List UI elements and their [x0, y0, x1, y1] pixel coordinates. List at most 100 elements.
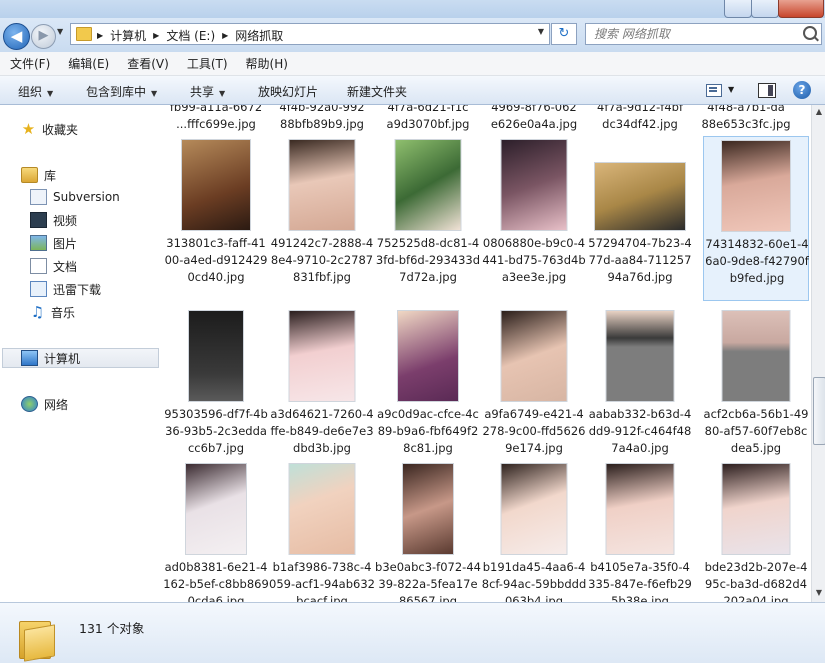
menu-tools[interactable]: 工具(T) — [179, 55, 236, 72]
preview-pane-icon[interactable] — [758, 83, 776, 98]
image-thumbnail — [394, 139, 462, 231]
forward-button[interactable]: ▶ — [31, 24, 56, 49]
file-tile[interactable]: 491242c7-2888-48e4-9710-2c2787831fbf.jpg — [269, 136, 375, 301]
file-tile[interactable]: 4f7a-9d12-f4bf dc34df42.jpg — [587, 105, 693, 135]
nav-library-pictures[interactable]: 图片 — [30, 233, 77, 253]
file-tile[interactable]: ad0b8381-6e21-4162-b5ef-c8bb8690cda6.jpg — [163, 460, 269, 602]
menu-file[interactable]: 文件(F) — [2, 55, 58, 72]
recent-pages-dropdown-icon[interactable]: ▼ — [57, 27, 63, 36]
item-count: 131 个对象 — [79, 621, 145, 636]
nav-computer[interactable]: 计算机 — [2, 348, 159, 368]
breadcrumb-current-folder[interactable]: 网络抓取 — [235, 27, 290, 44]
nav-item-label: Subversion — [53, 190, 120, 204]
file-tile[interactable]: 4f4b-92a0-992 88bfb89b9.jpg — [269, 105, 375, 135]
file-tile[interactable]: 4f48-a7b1-da 88e653c3fc.jpg — [693, 105, 799, 135]
file-tile[interactable]: fb99-a11a-6672 ...fffc699e.jpg — [163, 105, 269, 135]
file-name: 4f4b-92a0-992 88bfb89b9.jpg — [269, 105, 375, 133]
file-name: bde23d2b-207e-495c-ba3d-d682d4202a04.jpg — [704, 560, 808, 602]
music-note-icon: ♫ — [30, 303, 45, 321]
new-folder-button[interactable]: 新建文件夹 — [347, 83, 407, 100]
minimize-button[interactable] — [724, 0, 752, 18]
help-icon[interactable]: ? — [793, 81, 811, 99]
file-name: 491242c7-2888-48e4-9710-2c2787831fbf.jpg — [270, 236, 374, 284]
nav-favorites[interactable]: ★ 收藏夹 — [21, 119, 78, 139]
file-list[interactable]: fb99-a11a-6672 ...fffc699e.jpg 4f4b-92a0-… — [163, 105, 811, 602]
address-history-dropdown-icon[interactable]: ▼ — [538, 27, 544, 36]
breadcrumb: ▶ 计算机 ▶ 文档 (E:) ▶ 网络抓取 — [97, 27, 290, 44]
nav-library-subversion[interactable]: Subversion — [30, 187, 120, 207]
image-thumbnail — [721, 310, 791, 402]
file-tile[interactable]: b3e0abc3-f072-4439-822a-5fea17e86567.jpg — [375, 460, 481, 602]
file-tile-selected[interactable]: 74314832-60e1-46a0-9de8-f42790fb9fed.jpg — [703, 136, 809, 301]
breadcrumb-drive-e[interactable]: 文档 (E:) — [166, 27, 222, 44]
file-name: 4f7a-9d12-f4bf dc34df42.jpg — [587, 105, 693, 133]
menu-help[interactable]: 帮助(H) — [238, 55, 296, 72]
file-tile[interactable]: 313801c3-faff-4100-a4ed-d9124290cd40.jpg — [163, 136, 269, 301]
image-thumbnail — [288, 310, 356, 402]
file-tile[interactable]: 4969-8f76-062 e626e0a4a.jpg — [481, 105, 587, 135]
search-box[interactable] — [585, 23, 822, 45]
close-button[interactable] — [778, 0, 824, 18]
nav-library-documents[interactable]: 文档 — [30, 256, 77, 276]
address-bar[interactable]: ▶ 计算机 ▶ 文档 (E:) ▶ 网络抓取 ▼ — [70, 23, 550, 45]
file-name: b3e0abc3-f072-4439-822a-5fea17e86567.jpg — [375, 560, 481, 602]
maximize-button[interactable] — [751, 0, 779, 18]
image-thumbnail — [397, 310, 459, 402]
file-name: b191da45-4aa6-48cf-94ac-59bbddd063b4.jpg — [481, 560, 587, 602]
title-bar — [0, 0, 825, 18]
image-thumbnail — [721, 463, 791, 555]
chevron-down-icon[interactable]: ▼ — [728, 85, 734, 94]
organize-button[interactable]: 组织 ▼ — [18, 83, 53, 100]
file-tile[interactable]: 4f7a-6d21-f1c a9d3070bf.jpg — [375, 105, 481, 135]
search-input[interactable] — [592, 26, 796, 42]
organize-label: 组织 — [18, 85, 43, 99]
file-tile[interactable]: aabab332-b63d-4dd9-912f-c464f487a4a0.jpg — [587, 307, 693, 472]
file-name-top: fb99-a11a-6672 — [169, 105, 263, 114]
vertical-scrollbar[interactable]: ▲ ▼ — [811, 105, 825, 602]
menu-view[interactable]: 查看(V) — [119, 55, 177, 72]
share-button[interactable]: 共享 ▼ — [190, 83, 225, 100]
details-pane: 131 个对象 — [0, 602, 825, 663]
file-tile[interactable]: b1af3986-738c-4059-acf1-94ab632bcacf.jpg — [269, 460, 375, 602]
network-icon — [21, 396, 38, 412]
nav-library-videos[interactable]: 视频 — [30, 210, 77, 230]
file-tile[interactable]: 752525d8-dc81-43fd-bf6d-293433d7d72a.jpg — [375, 136, 481, 301]
image-thumbnail — [181, 139, 251, 231]
file-tile[interactable]: 0806880e-b9c0-4441-bd75-763d4ba3ee3e.jpg — [481, 136, 587, 301]
file-tile[interactable]: b4105e7a-35f0-4335-847e-f6efb295b38e.jpg — [587, 460, 693, 602]
nav-libraries[interactable]: 库 — [21, 165, 56, 185]
file-name: 4f7a-6d21-f1c a9d3070bf.jpg — [375, 105, 481, 133]
slideshow-button[interactable]: 放映幻灯片 — [258, 83, 318, 100]
file-name: 313801c3-faff-4100-a4ed-d9124290cd40.jpg — [164, 236, 268, 284]
file-tile[interactable]: 95303596-df7f-4b36-93b5-2c3eddacc6b7.jpg — [163, 307, 269, 472]
file-tile[interactable]: bde23d2b-207e-495c-ba3d-d682d4202a04.jpg — [703, 460, 809, 602]
scroll-up-icon[interactable]: ▲ — [814, 107, 824, 119]
chevron-right-icon[interactable]: ▶ — [153, 31, 166, 40]
file-tile[interactable]: acf2cb6a-56b1-4980-af57-60f7eb8cdea5.jpg — [703, 307, 809, 472]
nav-network[interactable]: 网络 — [21, 394, 68, 414]
back-button[interactable]: ◀ — [3, 23, 30, 50]
scrollbar-thumb[interactable] — [813, 377, 825, 445]
change-view-icon[interactable] — [706, 84, 722, 97]
file-tile[interactable]: a9fa6749-e421-4278-9c00-ffd56269e174.jpg — [481, 307, 587, 472]
file-name: a3d64621-7260-4ffe-b849-de6e7e3dbd3b.jpg — [270, 407, 374, 455]
file-name-top: 4f48-a7b1-da — [707, 105, 785, 114]
breadcrumb-computer[interactable]: 计算机 — [110, 27, 153, 44]
subversion-icon — [30, 189, 47, 205]
include-in-library-button[interactable]: 包含到库中 ▼ — [86, 83, 157, 100]
pictures-icon — [30, 235, 47, 251]
scroll-down-icon[interactable]: ▼ — [814, 588, 824, 600]
chevron-right-icon[interactable]: ▶ — [97, 31, 110, 40]
file-tile[interactable]: a9c0d9ac-cfce-4c89-b9a6-fbf649f28c81.jpg — [375, 307, 481, 472]
nav-library-thunder-downloads[interactable]: 迅雷下载 — [30, 279, 101, 299]
file-tile[interactable]: b191da45-4aa6-48cf-94ac-59bbddd063b4.jpg — [481, 460, 587, 602]
image-thumbnail — [500, 139, 568, 231]
refresh-button[interactable]: ↻ — [551, 23, 577, 45]
nav-library-music[interactable]: ♫ 音乐 — [30, 302, 75, 322]
chevron-right-icon[interactable]: ▶ — [222, 31, 235, 40]
search-icon[interactable] — [803, 26, 817, 40]
menu-edit[interactable]: 编辑(E) — [60, 55, 117, 72]
file-tile[interactable]: a3d64621-7260-4ffe-b849-de6e7e3dbd3b.jpg — [269, 307, 375, 472]
image-thumbnail — [500, 463, 568, 555]
file-tile[interactable]: 57294704-7b23-477d-aa84-71125794a76d.jpg — [587, 136, 693, 301]
